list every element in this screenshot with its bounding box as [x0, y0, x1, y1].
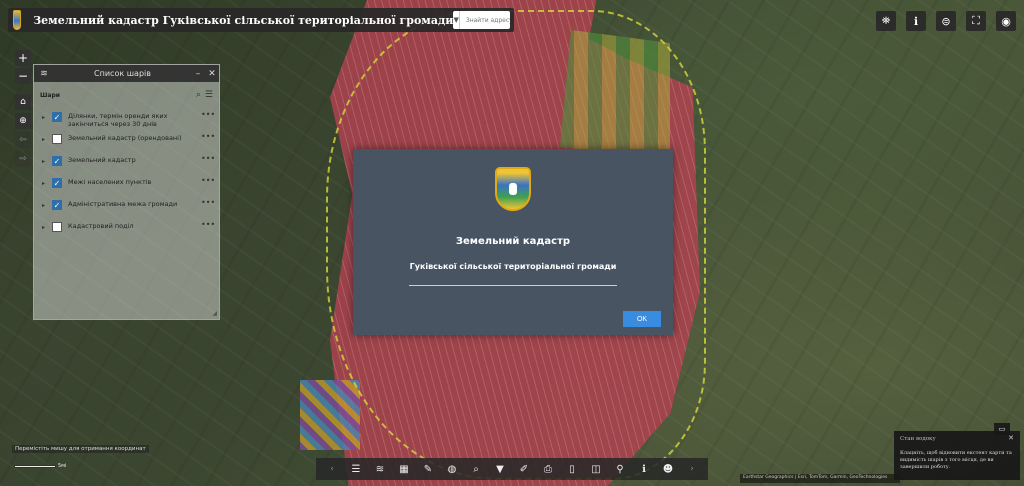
nav-controls: ⌂ ⊕ ⇦ ⇨ [15, 94, 31, 170]
layer-name: Кадастровий поділ [68, 222, 134, 230]
app-header: Земельний кадастр Гуківської сільської т… [8, 8, 514, 32]
tip-text: Клацніть, щоб відновити екстент карти та… [900, 450, 1012, 470]
home-icon[interactable]: ⌂ [15, 94, 31, 110]
draw-icon[interactable]: ✎ [419, 464, 437, 475]
zoom-in-button[interactable]: + [15, 50, 31, 66]
layers-section-label: Шари [40, 91, 60, 99]
list-icon[interactable]: ☰ [347, 464, 365, 475]
expand-icon[interactable]: ▸ [42, 136, 52, 143]
minimize-icon[interactable]: – [191, 69, 205, 79]
app-title: Земельний кадастр Гуківської сільської т… [33, 13, 454, 27]
layer-item[interactable]: ▸ ✓ Ділянки, термін оренди яких закінчит… [34, 108, 219, 130]
community-emblem-icon [495, 167, 531, 211]
zoom-controls: + − [15, 50, 31, 86]
previous-extent-icon[interactable]: ⇦ [15, 132, 31, 148]
scroll-left-icon[interactable]: ‹ [323, 464, 341, 474]
scale-bar-line [14, 465, 56, 468]
info-icon[interactable]: ℹ [635, 464, 653, 475]
locate-me-icon[interactable]: ⊕ [15, 113, 31, 129]
options-icon[interactable]: ☰ [205, 90, 213, 100]
layer-name: Земельний кадастр [68, 156, 136, 164]
layer-checkbox[interactable]: ✓ [52, 178, 62, 188]
resize-handle-icon[interactable]: ◢ [212, 310, 217, 317]
eye-icon[interactable]: ◉ [996, 11, 1016, 31]
palette-icon[interactable]: ◍ [443, 464, 461, 475]
layer-name: Межі населених пунктів [68, 178, 152, 186]
community-emblem-icon [13, 10, 22, 30]
info-icon[interactable]: ℹ [906, 11, 926, 31]
search-box: ▼ [453, 11, 510, 29]
grid-icon[interactable]: ▦ [395, 464, 413, 475]
splash-dialog: Земельний кадастр Гуківської сільської т… [353, 149, 673, 335]
map-attribution: Earthstar Geographics | Esri, TomTom, Ga… [740, 474, 900, 483]
locate-icon[interactable]: ⚲ [611, 464, 629, 475]
layer-checkbox[interactable]: ✓ [52, 112, 62, 122]
bookmark-icon[interactable]: ▯ [563, 464, 581, 475]
layer-item[interactable]: ▸ Земельний кадастр (орендовані) ••• [34, 130, 219, 152]
expand-icon[interactable]: ▸ [42, 114, 52, 121]
search-icon[interactable]: ⌕ [196, 90, 201, 100]
layer-name: Земельний кадастр (орендовані) [68, 134, 182, 142]
expand-icon[interactable]: ▸ [42, 202, 52, 209]
layers-tool-icon[interactable]: ⛯ [876, 11, 896, 31]
layer-item[interactable]: ▸ ✓ Межі населених пунктів ••• [34, 174, 219, 196]
layer-list-title: Список шарів [94, 69, 151, 78]
more-options-icon[interactable]: ••• [201, 154, 215, 163]
tip-popup: Стан водоку ✕ Клацніть, щоб відновити ек… [894, 431, 1020, 480]
query-icon[interactable]: ⌕ [467, 464, 485, 475]
more-options-icon[interactable]: ••• [201, 198, 215, 207]
layer-name: Ділянки, термін оренди яких закінчиться … [68, 112, 168, 128]
filter-icon[interactable]: ▼ [491, 464, 509, 475]
expand-icon[interactable]: ▸ [42, 180, 52, 187]
zoom-out-button[interactable]: − [15, 68, 31, 84]
ok-button[interactable]: OK [623, 311, 661, 327]
more-options-icon[interactable]: ••• [201, 132, 215, 141]
top-toolbar: ⛯ ℹ ⊜ ⛶ ◉ [876, 11, 1016, 31]
layer-item[interactable]: ▸ ✓ Адміністративна межа громади ••• [34, 196, 219, 218]
next-extent-icon[interactable]: ⇨ [15, 151, 31, 167]
edit-icon[interactable]: ✐ [515, 464, 533, 475]
splash-divider [409, 285, 617, 286]
splash-title: Земельний кадастр [455, 236, 571, 247]
layer-checkbox[interactable]: ✓ [52, 200, 62, 210]
swipe-icon[interactable]: ◫ [587, 464, 605, 475]
more-options-icon[interactable]: ••• [201, 176, 215, 185]
layer-item[interactable]: ▸ Кадастровий поділ ••• [34, 218, 219, 240]
cadastre-parcels-colored[interactable] [300, 380, 360, 450]
layer-list-title-bar: ≋ Список шарів – ✕ [34, 65, 219, 82]
layers-section-header: Шари ⌕ ☰ [34, 82, 219, 108]
scale-bar-label: 5мі [58, 463, 67, 469]
tip-title: Стан водоку [900, 436, 936, 442]
layer-name: Адміністративна межа громади [68, 200, 178, 208]
layer-checkbox[interactable] [52, 134, 62, 144]
more-options-icon[interactable]: ••• [201, 110, 215, 119]
print-icon[interactable]: ⎙ [539, 464, 557, 475]
close-icon[interactable]: ✕ [1008, 434, 1014, 442]
more-options-icon[interactable]: ••• [201, 220, 215, 229]
bottom-toolbar: ‹ ☰ ≋ ▦ ✎ ◍ ⌕ ▼ ✐ ⎙ ▯ ◫ ⚲ ℹ ☻ › [316, 458, 708, 480]
fullscreen-icon[interactable]: ⛶ [966, 11, 986, 31]
layers-icon: ≋ [40, 68, 48, 79]
search-input[interactable] [459, 16, 510, 24]
scroll-right-icon[interactable]: › [683, 464, 701, 474]
measure-icon[interactable]: ⊜ [936, 11, 956, 31]
expand-icon[interactable]: ▸ [42, 224, 52, 231]
splash-subtitle: Гуківської сільської територіальної гром… [409, 262, 617, 271]
scale-bar: 5мі [14, 461, 66, 471]
layers-icon[interactable]: ≋ [371, 464, 389, 475]
layer-checkbox[interactable] [52, 222, 62, 232]
layer-item[interactable]: ▸ ✓ Земельний кадастр ••• [34, 152, 219, 174]
layer-list-panel: ≋ Список шарів – ✕ Шари ⌕ ☰ ▸ ✓ Ділянки,… [33, 64, 220, 320]
expand-icon[interactable]: ▸ [42, 158, 52, 165]
layer-checkbox[interactable]: ✓ [52, 156, 62, 166]
coordinates-hint: Перемістіть мишу для отримання координат [12, 445, 149, 453]
smile-icon[interactable]: ☻ [659, 464, 677, 475]
close-icon[interactable]: ✕ [205, 69, 219, 79]
